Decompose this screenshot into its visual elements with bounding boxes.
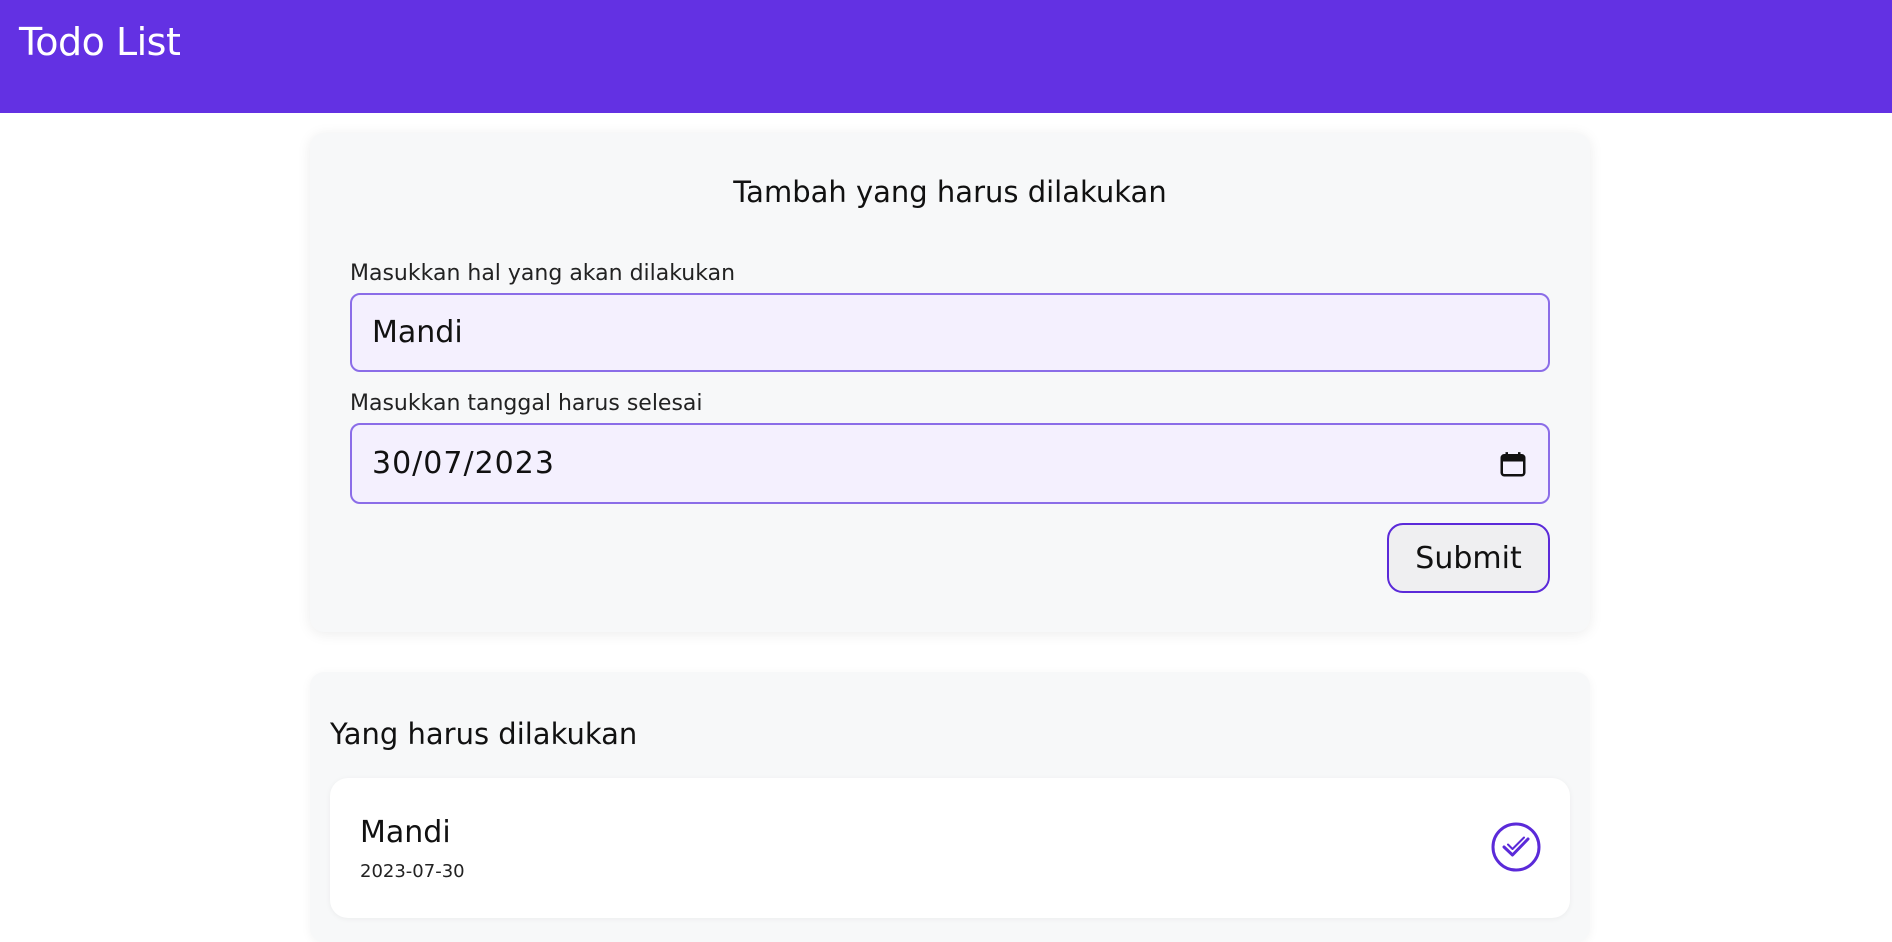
- calendar-icon[interactable]: [1498, 449, 1528, 479]
- todo-date-value[interactable]: 30/07/2023: [372, 446, 555, 481]
- app-title: Todo List: [19, 20, 181, 64]
- check-circle-icon[interactable]: [1490, 821, 1542, 873]
- todo-list-section: Yang harus dilakukan Mandi 2023-07-30: [310, 672, 1590, 942]
- todo-title-input[interactable]: [350, 293, 1550, 372]
- todo-list-title: Yang harus dilakukan: [330, 717, 638, 751]
- todo-item: Mandi 2023-07-30: [330, 778, 1570, 918]
- form-title: Tambah yang harus dilakukan: [733, 175, 1167, 209]
- submit-button[interactable]: Submit: [1387, 523, 1550, 593]
- add-todo-form: Tambah yang harus dilakukan Masukkan hal…: [310, 133, 1590, 632]
- todo-item-name: Mandi: [360, 815, 451, 850]
- todo-title-label: Masukkan hal yang akan dilakukan: [350, 261, 736, 286]
- todo-date-label: Masukkan tanggal harus selesai: [350, 391, 703, 416]
- app-header: Todo List: [0, 0, 1892, 113]
- todo-item-date: 2023-07-30: [360, 861, 465, 882]
- todo-date-input[interactable]: 30/07/2023: [350, 423, 1550, 504]
